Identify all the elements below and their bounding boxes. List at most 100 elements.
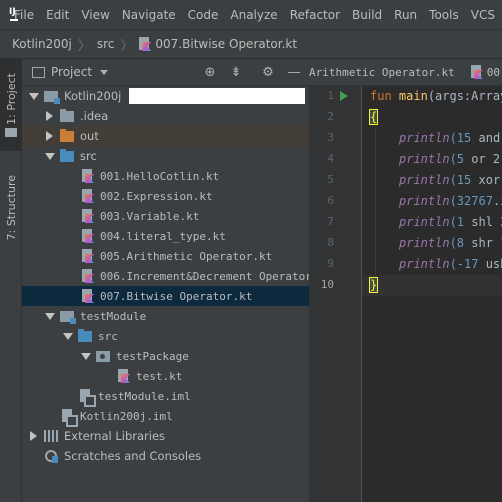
tree-item-file-selected[interactable]: 007.Bitwise Operator.kt <box>22 286 309 306</box>
code-line-4: println(5 or 2) <box>399 152 502 166</box>
tree-item-label: External Libraries <box>64 429 166 443</box>
tab-project-label: 1: Project <box>4 72 18 125</box>
expand-arrow-icon[interactable] <box>44 151 55 161</box>
menu-navigate[interactable]: Navigate <box>122 8 176 22</box>
code-editor[interactable]: fun main(args:Array { println(15 and pri… <box>362 86 502 502</box>
tree-item-label: test.kt <box>136 369 183 383</box>
collapse-arrow-icon[interactable] <box>44 111 54 121</box>
menu-vcs[interactable]: VCS <box>471 8 495 22</box>
editor-tab-bar: Arithmetic Operator.kt 00 <box>309 59 502 86</box>
kotlin-file-icon <box>118 369 130 383</box>
tree-item-label: 003.Variable.kt <box>100 209 200 223</box>
excluded-folder-icon <box>60 128 74 142</box>
iml-file-icon <box>80 389 96 407</box>
tree-item-label: testPackage <box>116 349 189 363</box>
collapse-all-icon[interactable]: ⇟ <box>229 65 243 80</box>
source-folder-icon <box>78 328 92 342</box>
collapse-arrow-icon[interactable] <box>44 131 54 141</box>
gear-icon[interactable]: ⚙ <box>261 65 275 80</box>
breadcrumb: Kotlin200j 〉 src 〉 007.Bitwise Operator.… <box>0 30 502 59</box>
libraries-icon <box>44 430 58 442</box>
tree-item-scratches[interactable]: Scratches and Consoles <box>22 446 309 466</box>
project-view-title[interactable]: Project <box>51 65 92 79</box>
menu-refactor[interactable]: Refactor <box>290 8 340 22</box>
tree-item-external-libraries[interactable]: External Libraries <box>22 426 309 446</box>
tree-item-testpackage[interactable]: testPackage <box>22 346 309 366</box>
menu-tools[interactable]: Tools <box>429 8 459 22</box>
tree-item-file[interactable]: 005.Arithmetic Operator.kt <box>22 246 309 266</box>
code-line-8: println(8 shr 1 <box>399 236 502 250</box>
tab-structure[interactable]: 7: Structure <box>0 163 22 253</box>
tree-item-label: 004.literal_type.kt <box>100 229 226 243</box>
tree-item-file[interactable]: 003.Variable.kt <box>22 206 309 226</box>
tab-project[interactable]: 1: Project <box>0 59 22 151</box>
tree-item-label: 001.HelloCotlin.kt <box>100 169 220 183</box>
menu-code[interactable]: Code <box>188 8 219 22</box>
source-folder-icon <box>60 148 74 162</box>
module-folder-icon <box>44 90 60 104</box>
expand-arrow-icon[interactable] <box>80 351 91 361</box>
tree-item-file[interactable]: 004.literal_type.kt <box>22 226 309 246</box>
tree-item-label: Kotlin200j.iml <box>80 409 173 423</box>
tree-item-label: 005.Arithmetic Operator.kt <box>100 249 273 263</box>
kotlin-file-icon <box>82 249 94 263</box>
code-line-7: println(1 shl 3 <box>399 215 502 229</box>
expand-arrow-icon[interactable] <box>44 311 55 321</box>
run-icon[interactable] <box>340 91 348 101</box>
tree-item-file[interactable]: test.kt <box>22 366 309 386</box>
breadcrumb-separator-icon: 〉 <box>120 38 134 54</box>
menu-run[interactable]: Run <box>394 8 417 22</box>
tree-item-label: 007.Bitwise Operator.kt <box>100 289 253 303</box>
code-line-1: fun main(args:Array <box>370 89 502 103</box>
tree-item-file[interactable]: 002.Expression.kt <box>22 186 309 206</box>
line-number: 2 <box>327 110 334 123</box>
kotlin-file-icon <box>82 189 94 203</box>
breadcrumb-file[interactable]: 007.Bitwise Operator.kt <box>155 37 297 51</box>
code-line-2: { <box>368 109 379 125</box>
line-number: 9 <box>327 257 334 270</box>
kotlin-file-icon <box>82 229 94 243</box>
tree-item-out[interactable]: out <box>22 126 309 146</box>
collapse-arrow-icon[interactable] <box>28 431 38 441</box>
expand-arrow-icon[interactable] <box>62 331 73 341</box>
breadcrumb-src[interactable]: src <box>97 37 115 51</box>
expand-arrow-icon[interactable] <box>28 91 39 101</box>
tree-item-kotlin200j[interactable]: Kotlin200j <box>22 86 309 106</box>
tool-window-strip: 1: Project 7: Structure <box>0 59 22 502</box>
breadcrumb-project[interactable]: Kotlin200j <box>12 37 72 51</box>
locate-file-icon[interactable]: ⊕ <box>203 65 217 80</box>
breadcrumb-separator-icon: 〉 <box>77 38 91 54</box>
tree-item-file[interactable]: 001.HelloCotlin.kt <box>22 166 309 186</box>
tree-item-file[interactable]: 006.Increment&Decrement Operator.kt <box>22 266 309 286</box>
menu-analyze[interactable]: Analyze <box>230 8 277 22</box>
tree-item-label: Kotlin200j <box>64 89 122 103</box>
tree-item-label: testModule.iml <box>98 389 191 403</box>
chevron-down-icon[interactable] <box>100 69 109 75</box>
folder-icon <box>5 128 17 138</box>
tree-item-src[interactable]: src <box>22 326 309 346</box>
editor-gutter: 1 2 3 4 5 6 7 8 9 10 <box>309 86 370 502</box>
line-number: 3 <box>327 131 334 144</box>
tree-item-idea[interactable]: .idea <box>22 106 309 126</box>
menu-build[interactable]: Build <box>352 8 382 22</box>
menu-view[interactable]: View <box>81 8 109 22</box>
tree-item-testmodule[interactable]: testModule <box>22 306 309 326</box>
tree-item-iml[interactable]: testModule.iml <box>22 386 309 407</box>
menu-edit[interactable]: Edit <box>46 8 69 22</box>
project-panel-header: Project ⊕ ⇟ ⚙ — <box>22 59 309 86</box>
tree-item-label: out <box>80 129 99 143</box>
line-number: 6 <box>327 194 334 207</box>
tree-item-src[interactable]: src <box>22 146 309 166</box>
code-line-3: println(15 and <box>399 131 501 145</box>
editor-tab-arithmetic[interactable]: Arithmetic Operator.kt <box>309 66 455 79</box>
hide-icon[interactable]: — <box>287 65 301 80</box>
tree-item-label: src <box>98 329 118 343</box>
code-line-6: println(32767.i <box>399 194 502 208</box>
tree-item-iml[interactable]: Kotlin200j.iml <box>22 406 309 427</box>
editor-tab-next[interactable]: 00 <box>487 66 500 79</box>
iml-file-icon <box>62 409 78 427</box>
line-number: 4 <box>327 152 334 165</box>
code-line-10: } <box>362 275 502 296</box>
kotlin-file-icon <box>470 65 483 79</box>
tab-structure-label: 7: Structure <box>4 175 18 241</box>
